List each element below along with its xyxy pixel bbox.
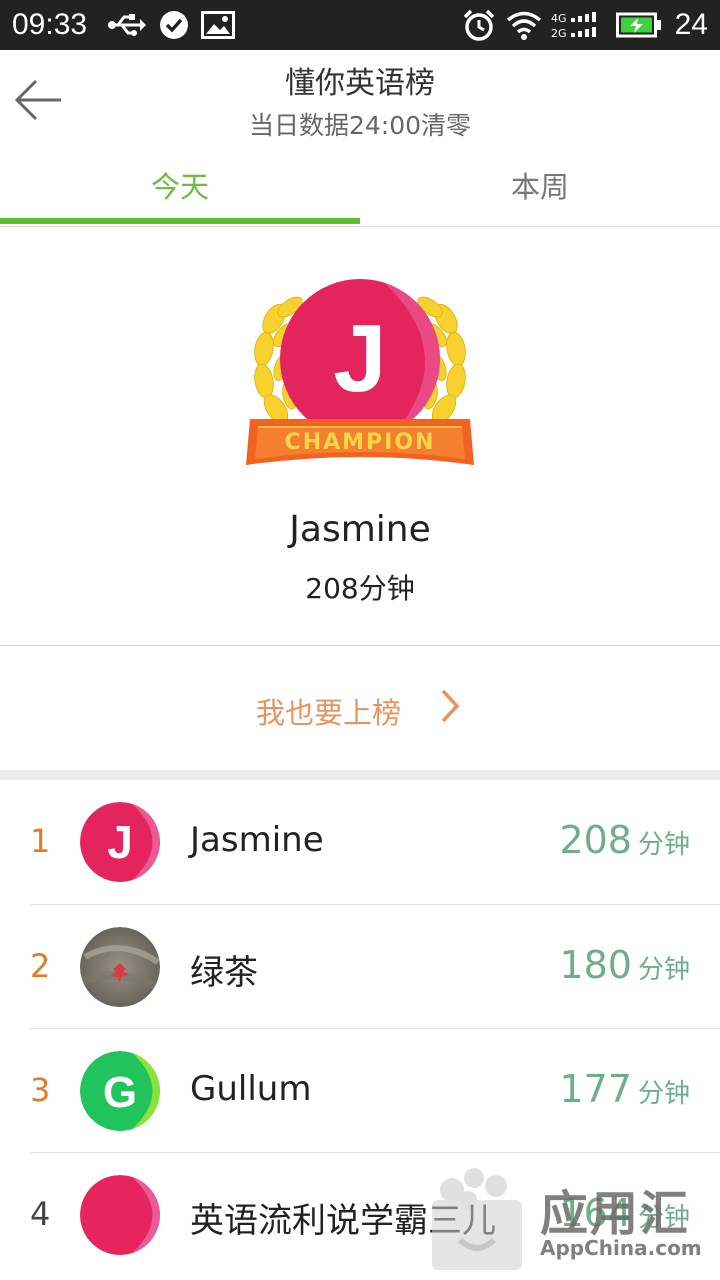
tab-today[interactable]: 今天: [0, 150, 360, 224]
user-name: 绿茶: [190, 953, 258, 993]
tab-bar: 今天 本周: [0, 150, 720, 228]
watermark-text: 应用汇: [540, 1186, 691, 1242]
user-name: Jasmine: [190, 820, 324, 860]
signal-4g-2g-icon: 4G 2G: [550, 10, 606, 40]
rank-number: 3: [30, 1071, 51, 1109]
champion-ribbon-text: CHAMPION: [285, 430, 436, 455]
rank-number: 2: [30, 947, 51, 985]
usb-icon: [104, 10, 148, 40]
avatar: G: [80, 1051, 160, 1131]
section-gap: [0, 770, 720, 780]
battery-icon: [616, 10, 662, 40]
svg-text:2G: 2G: [551, 27, 567, 40]
svg-text:J: J: [333, 305, 386, 412]
wifi-icon: [506, 10, 542, 40]
chevron-right-icon: [441, 689, 460, 723]
avatar: J: [80, 802, 160, 882]
svg-text:4G: 4G: [551, 12, 567, 25]
avatar: [80, 1175, 160, 1255]
champion-name: Jasmine: [289, 509, 431, 550]
page-subtitle: 当日数据24:00清零: [248, 111, 472, 140]
rank-number: 4: [30, 1195, 51, 1233]
tab-week[interactable]: 本周: [360, 150, 720, 224]
user-score: 208 分钟: [559, 818, 690, 862]
active-tab-indicator: [0, 218, 360, 224]
page-title: 懂你英语榜: [285, 66, 435, 101]
champion-score: 208分钟: [305, 572, 415, 605]
appchina-watermark: 应用汇 AppChina.com: [422, 1150, 720, 1280]
status-time: 09:33: [12, 8, 88, 41]
svg-text:J: J: [107, 816, 133, 868]
user-score: 177 分钟: [559, 1067, 690, 1111]
avatar: [80, 927, 160, 1007]
leaderboard-row[interactable]: 1 J Jasmine 208 分钟: [0, 780, 720, 904]
appchina-logo-icon: [432, 1168, 522, 1270]
image-icon: [200, 10, 236, 40]
alarm-icon: [462, 9, 496, 41]
leaderboard-row[interactable]: 2 绿茶 180 分钟: [0, 905, 720, 1029]
join-leaderboard-label: 我也要上榜: [256, 696, 402, 730]
header: 懂你英语榜 当日数据24:00清零: [0, 50, 720, 150]
watermark-subtext: AppChina.com: [540, 1236, 702, 1260]
leaderboard-row[interactable]: 3 G Gullum 177 分钟: [0, 1029, 720, 1153]
user-score: 180 分钟: [559, 943, 690, 987]
champion-section: J CHAMPION Jasmine 208分钟: [0, 227, 720, 645]
check-circle-icon: [158, 10, 190, 40]
join-leaderboard-button[interactable]: 我也要上榜: [0, 646, 720, 770]
battery-level: 24: [674, 8, 708, 41]
rank-number: 1: [30, 822, 51, 860]
user-name: Gullum: [190, 1069, 312, 1109]
svg-text:G: G: [103, 1068, 137, 1117]
status-bar: 09:33 4G 2G 24: [0, 0, 720, 50]
champion-badge: J CHAMPION: [246, 279, 474, 465]
